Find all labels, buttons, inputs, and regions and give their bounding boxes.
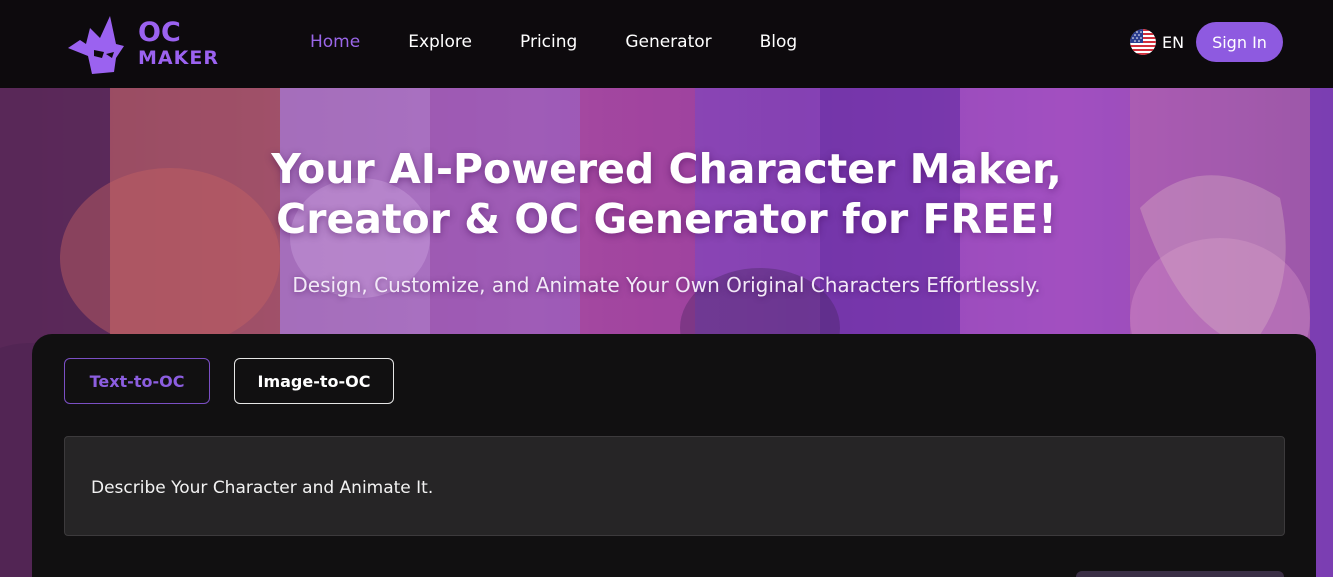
tab-image-to-oc[interactable]: Image-to-OC xyxy=(234,358,394,404)
nav-item-generator[interactable]: Generator xyxy=(625,31,711,55)
brand-wordmark[interactable]: OC MAKER xyxy=(138,17,228,69)
nav-item-explore[interactable]: Explore xyxy=(408,31,472,55)
sign-in-button[interactable]: Sign In xyxy=(1196,22,1283,62)
brand-wordmark-line1: OC xyxy=(138,17,181,48)
nav-item-pricing[interactable]: Pricing xyxy=(520,31,577,55)
hero-title: Your AI-Powered Character Maker, Creator… xyxy=(0,144,1333,244)
brand-wordmark-line2: MAKER xyxy=(138,47,219,69)
hero-title-line2: Creator & OC Generator for FREE! xyxy=(276,195,1057,243)
generate-button-partial[interactable] xyxy=(1076,571,1284,577)
language-selector[interactable]: EN xyxy=(1130,29,1184,55)
main-nav: Home Explore Pricing Generator Blog xyxy=(310,31,845,55)
hero-subtitle: Design, Customize, and Animate Your Own … xyxy=(292,273,1041,297)
language-label: EN xyxy=(1162,32,1185,52)
nav-item-blog[interactable]: Blog xyxy=(760,31,798,55)
us-flag-icon xyxy=(1130,29,1156,55)
character-description-input[interactable]: Describe Your Character and Animate It. xyxy=(64,436,1285,536)
prompt-placeholder: Describe Your Character and Animate It. xyxy=(91,478,434,498)
top-navbar: OC MAKER Home Explore Pricing Generator … xyxy=(0,0,1333,88)
tab-text-to-oc[interactable]: Text-to-OC xyxy=(64,358,210,404)
hero-title-line1: Your AI-Powered Character Maker, xyxy=(271,145,1062,193)
generator-panel: Text-to-OC Image-to-OC Describe Your Cha… xyxy=(32,334,1316,577)
nav-item-home[interactable]: Home xyxy=(310,31,360,55)
